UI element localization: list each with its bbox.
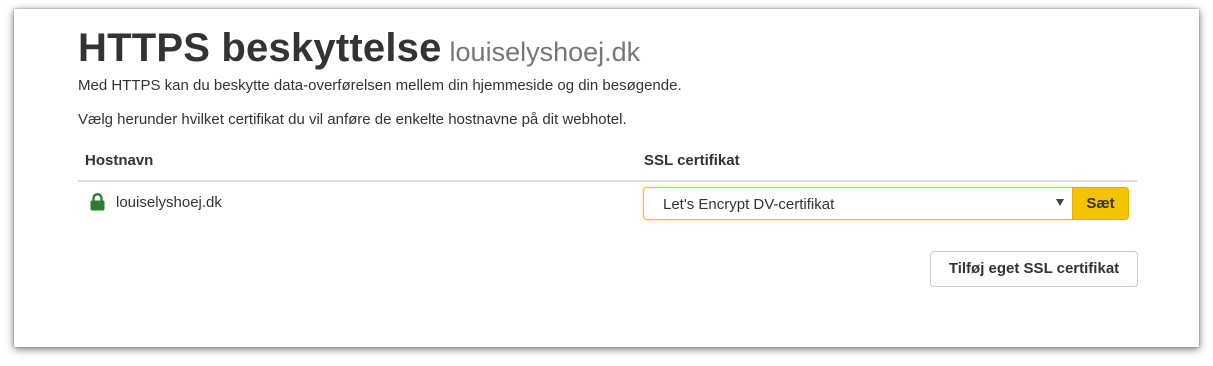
table-row: louiselyshoej.dk — [90, 193, 222, 211]
intro-text-1: Med HTTPS kan du beskytte data-overførel… — [78, 77, 682, 94]
intro-text-2: Vælg herunder hvilket certifikat du vil … — [78, 111, 627, 128]
lock-icon — [90, 193, 105, 211]
table-header: Hostnavn SSL certifikat — [78, 152, 1137, 182]
https-protection-panel: HTTPS beskyttelse louiselyshoej.dk Med HT… — [14, 9, 1199, 347]
ssl-certificate-selected-value: Let's Encrypt DV-certifikat — [663, 196, 835, 213]
ssl-certificate-select[interactable]: Let's Encrypt DV-certifikat — [643, 187, 1072, 220]
chevron-down-icon — [1056, 199, 1064, 206]
page-title-domain: louiselyshoej.dk — [449, 37, 641, 67]
page-title: HTTPS beskyttelse louiselyshoej.dk — [78, 26, 640, 71]
set-certificate-button[interactable]: Sæt — [1072, 187, 1129, 220]
add-own-ssl-certificate-button[interactable]: Tilføj eget SSL certifikat — [930, 251, 1138, 287]
column-header-ssl-certificate: SSL certifikat — [644, 152, 740, 169]
column-header-hostname: Hostnavn — [85, 152, 154, 169]
page-title-text: HTTPS beskyttelse — [78, 26, 442, 70]
hostname-value: louiselyshoej.dk — [116, 193, 222, 211]
